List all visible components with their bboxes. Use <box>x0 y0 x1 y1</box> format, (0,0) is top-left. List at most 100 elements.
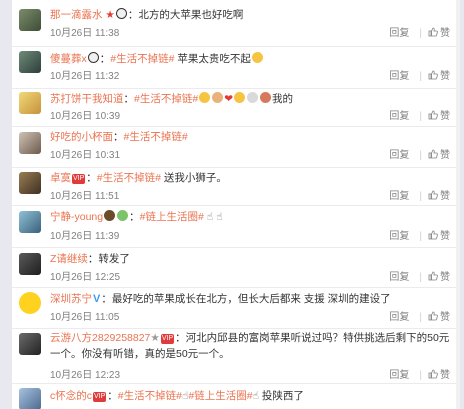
commenter-name[interactable]: 苏打饼干我知道 <box>50 93 124 105</box>
comment-text: ： <box>123 93 135 105</box>
commenter-name[interactable]: 宁静-young <box>50 211 103 223</box>
face-emoji-icon <box>234 92 245 103</box>
like-label: 赞 <box>440 312 450 323</box>
face-emoji-icon <box>199 92 211 103</box>
reply-button[interactable]: 回复 <box>389 191 409 202</box>
comment-item: 那一滴露水 ★ ：北方的大苹果也好吃啊 10月26日 11:38 回复 | 赞 <box>12 0 460 47</box>
like-label: 赞 <box>440 231 450 242</box>
comment-time: 10月26日 10:31 <box>50 150 121 161</box>
like-button[interactable]: 赞 <box>428 369 450 381</box>
like-button[interactable]: 赞 <box>428 190 450 202</box>
comment-time: 10月26日 11:32 <box>50 71 120 82</box>
house-emoji-icon <box>260 92 271 103</box>
avatar[interactable] <box>19 132 41 154</box>
comment-text: ： <box>107 390 118 402</box>
like-label: 赞 <box>440 150 450 161</box>
reply-button[interactable]: 回复 <box>389 312 409 323</box>
reply-button[interactable]: 回复 <box>389 71 409 82</box>
commenter-name[interactable]: 云游八方2829258827 <box>50 332 150 344</box>
like-button[interactable]: 赞 <box>428 230 450 242</box>
like-button[interactable]: 赞 <box>428 70 450 82</box>
topic-tag[interactable]: #生活不掉链# <box>110 53 174 65</box>
avatar[interactable] <box>19 211 41 233</box>
avatar[interactable] <box>19 9 41 31</box>
topic-tag[interactable]: #生活不掉链# <box>118 390 182 402</box>
avatar[interactable] <box>19 92 41 114</box>
avatar[interactable] <box>19 388 41 409</box>
scrollbar[interactable] <box>456 0 460 409</box>
commenter-name[interactable]: 卓寞 <box>50 172 71 184</box>
topic-tag[interactable]: #链上生活圈# <box>140 211 204 223</box>
like-label: 赞 <box>440 272 450 283</box>
avatar[interactable] <box>19 253 41 275</box>
avatar[interactable] <box>19 51 41 73</box>
hat-emoji-icon <box>104 210 116 221</box>
reply-button[interactable]: 回复 <box>389 111 409 122</box>
comment-time: 10月26日 12:25 <box>50 272 121 283</box>
like-button[interactable]: 赞 <box>428 311 450 323</box>
commenter-name[interactable]: 傻蔓葬x <box>50 53 87 65</box>
heart-emoji-icon: ❤ <box>224 93 233 105</box>
thumb-up-icon <box>428 70 438 80</box>
comment-text-rest: 投陕西了 <box>258 390 304 402</box>
reply-button[interactable]: 回复 <box>389 150 409 161</box>
comment-item: 深圳苏宁V：最好吃的苹果成长在北方，但长大后都来 支援 深圳的建设了 10月26… <box>12 287 460 329</box>
like-button[interactable]: 赞 <box>428 149 450 161</box>
like-button[interactable]: 赞 <box>428 27 450 39</box>
comment-text-rest: 苹果太贵吃不起 <box>174 53 251 65</box>
comment-text: ：转发了 <box>87 253 130 265</box>
face-emoji-icon <box>251 52 263 63</box>
like-label: 赞 <box>440 111 450 122</box>
hand-emoji-icon: ☝ <box>206 211 214 223</box>
commenter-name[interactable]: 那一滴露水 <box>50 9 103 21</box>
member-badge: VIP <box>93 392 107 402</box>
comment-text: ： <box>99 53 111 65</box>
topic-tag[interactable]: #生活不掉链# <box>97 172 161 184</box>
comment-item: c怀念的c VIP ：#生活不掉链#☝#链上生活圈#☝ 投陕西了 <box>12 383 460 409</box>
verified-icon: V <box>93 293 101 305</box>
comment-text-rest: 送我小狮子。 <box>160 172 227 184</box>
topic-tag-2[interactable]: #链上生活圈# <box>188 390 252 402</box>
comment-item: 卓寞 VIP ：#生活不掉链# 送我小狮子。 10月26日 11:51 回复 | 赞 <box>12 167 460 206</box>
commenter-name[interactable]: 好吃的小杯面 <box>50 131 113 143</box>
panda-emoji-icon <box>115 8 127 19</box>
avatar[interactable] <box>19 292 41 314</box>
thumb-up-icon <box>428 190 438 200</box>
comment-item: 好吃的小杯面：#生活不掉链# 10月26日 10:31 回复 | 赞 <box>12 126 460 168</box>
like-label: 赞 <box>440 191 450 202</box>
commenter-name[interactable]: 深圳苏宁 <box>50 293 92 305</box>
comment-text: ：北方的大苹果也好吃啊 <box>127 9 244 21</box>
comment-item: Z请继续：转发了 10月26日 12:25 回复 | 赞 <box>12 247 460 288</box>
like-label: 赞 <box>440 71 450 82</box>
comment-item: 云游八方2829258827★ VIP ：河北内邱县的富岗苹果听说过吗？特供挑选后剩… <box>12 328 460 384</box>
reply-button[interactable]: 回复 <box>389 370 409 381</box>
reply-button[interactable]: 回复 <box>389 28 409 39</box>
member-badge: VIP <box>160 334 175 344</box>
commenter-name[interactable]: Z请继续 <box>50 253 88 265</box>
topic-tag[interactable]: #生活不掉链# <box>124 131 188 143</box>
reply-button[interactable]: 回复 <box>389 272 409 283</box>
comment-feed: 那一滴露水 ★ ：北方的大苹果也好吃啊 10月26日 11:38 回复 | 赞 傻蔓葬… <box>12 0 460 409</box>
comment-time: 10月26日 12:23 <box>50 370 121 381</box>
thumb-up-icon <box>428 149 438 159</box>
comment-item: 傻蔓葬x ：#生活不掉链# 苹果太贵吃不起 10月26日 11:32 回复 | 赞 <box>12 46 460 89</box>
comment-text: ： <box>129 211 140 223</box>
avatar[interactable] <box>19 333 41 355</box>
thumb-up-icon <box>428 230 438 240</box>
comment-item: 苏打饼干我知道：#生活不掉链# ❤ 我的 10月26日 10:39 回复 | 赞 <box>12 88 460 127</box>
thumb-up-icon <box>428 110 438 120</box>
topic-tag[interactable]: #生活不掉链# <box>134 93 198 105</box>
panda-emoji-icon <box>87 52 99 63</box>
avatar[interactable] <box>19 172 41 194</box>
star-emoji-icon: ★ <box>105 9 115 21</box>
page-edge <box>0 0 12 409</box>
comment-time: 10月26日 11:51 <box>50 191 120 202</box>
like-button[interactable]: 赞 <box>428 110 450 122</box>
comment-time: 10月26日 10:39 <box>50 111 121 122</box>
commenter-name[interactable]: c怀念的c <box>50 390 92 402</box>
reply-button[interactable]: 回复 <box>389 231 409 242</box>
comment-time: 10月26日 11:39 <box>50 231 120 242</box>
like-button[interactable]: 赞 <box>428 271 450 283</box>
thumb-up-icon <box>428 27 438 37</box>
pray-emoji-icon <box>247 92 258 103</box>
